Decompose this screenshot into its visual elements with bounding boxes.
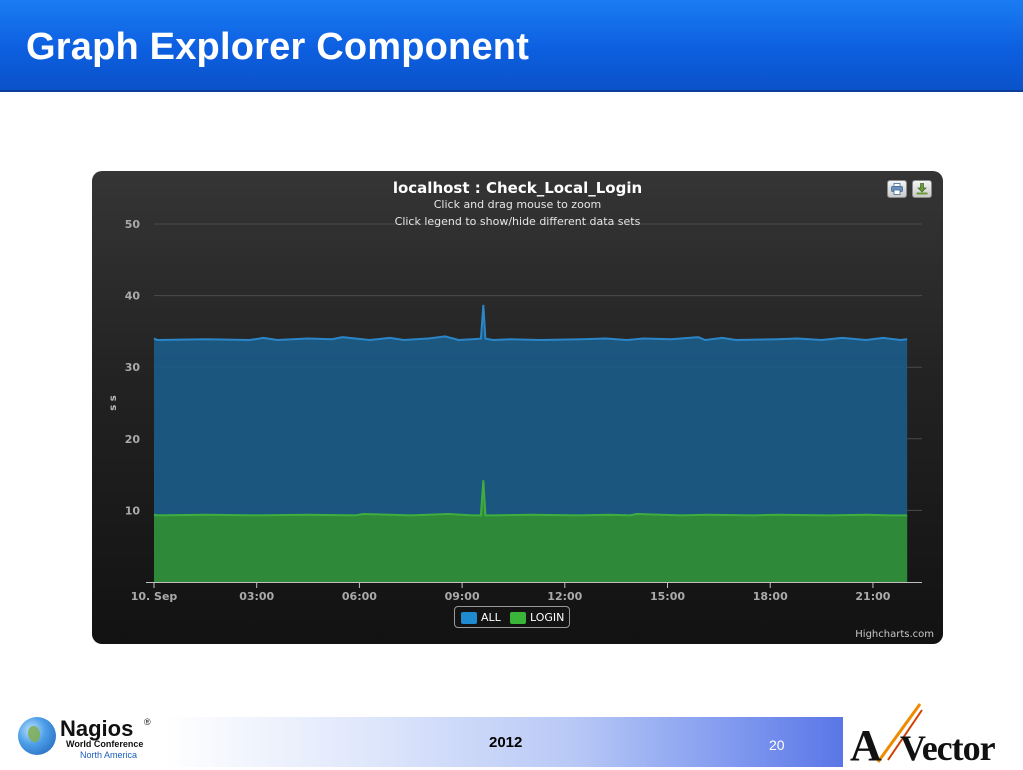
export-button[interactable]	[912, 180, 932, 198]
print-button[interactable]	[887, 180, 907, 198]
legend-swatch-all	[461, 612, 477, 624]
chart-title: localhost : Check_Local_Login	[392, 179, 643, 197]
footer-bar: 2012 20	[163, 717, 843, 767]
avector-logo: A Vector	[848, 700, 1023, 770]
avector-logo-a: A	[850, 721, 882, 770]
download-icon	[916, 183, 928, 195]
nagios-logo-registered: ®	[144, 717, 151, 727]
nagios-logo-conference: World Conference	[66, 739, 144, 749]
slide-header: Graph Explorer Component	[0, 0, 1023, 92]
y-tick-label: 10	[125, 504, 141, 517]
legend-label-all: ALL	[481, 611, 501, 624]
y-axis-title: s s	[108, 395, 119, 410]
x-tick-label: 09:00	[445, 590, 480, 603]
y-tick-label: 20	[125, 433, 141, 446]
chart-legend: ALL LOGIN	[454, 606, 570, 628]
series-all-line[interactable]	[153, 304, 908, 342]
x-tick-label: 03:00	[239, 590, 274, 603]
legend-label-login: LOGIN	[530, 611, 565, 624]
x-tick-label: 12:00	[547, 590, 582, 603]
nagios-logo-region: North America	[80, 750, 138, 760]
y-tick-label: 30	[125, 361, 141, 374]
chart-svg[interactable]: 1020304050s s10. Sep 03:00 06:00 09:00 12:00…	[92, 171, 943, 644]
chart-subtitle-legend: Click legend to show/hide different data…	[394, 215, 641, 228]
legend-swatch-login	[510, 612, 526, 624]
slide-title: Graph Explorer Component	[26, 26, 530, 68]
x-tick-label: 18:00	[753, 590, 788, 603]
x-tick-label: 10. Sep	[131, 590, 178, 603]
legend-item-login[interactable]: LOGIN	[510, 611, 568, 625]
page-number: 20	[769, 737, 785, 753]
x-tick-label: 21:00	[855, 590, 890, 603]
footer-year: 2012	[489, 734, 523, 751]
chart-subtitle-zoom: Click and drag mouse to zoom	[433, 198, 602, 211]
globe-icon	[18, 717, 56, 755]
highcharts-credits-link[interactable]: Highcharts.com	[855, 629, 934, 640]
nagios-logo: Nagios ® World Conference North America	[16, 714, 166, 762]
x-tick-label: 15:00	[650, 590, 685, 603]
chart-panel[interactable]: 10 20 30 40 50 s s 10. Sep 03:00 06:00 09:00 12:00…	[92, 171, 943, 644]
legend-item-all[interactable]: ALL	[461, 611, 505, 625]
avector-logo-text: Vector	[900, 728, 996, 768]
x-tick-label: 06:00	[342, 590, 377, 603]
printer-icon	[891, 183, 903, 195]
y-tick-label: 40	[125, 290, 141, 303]
